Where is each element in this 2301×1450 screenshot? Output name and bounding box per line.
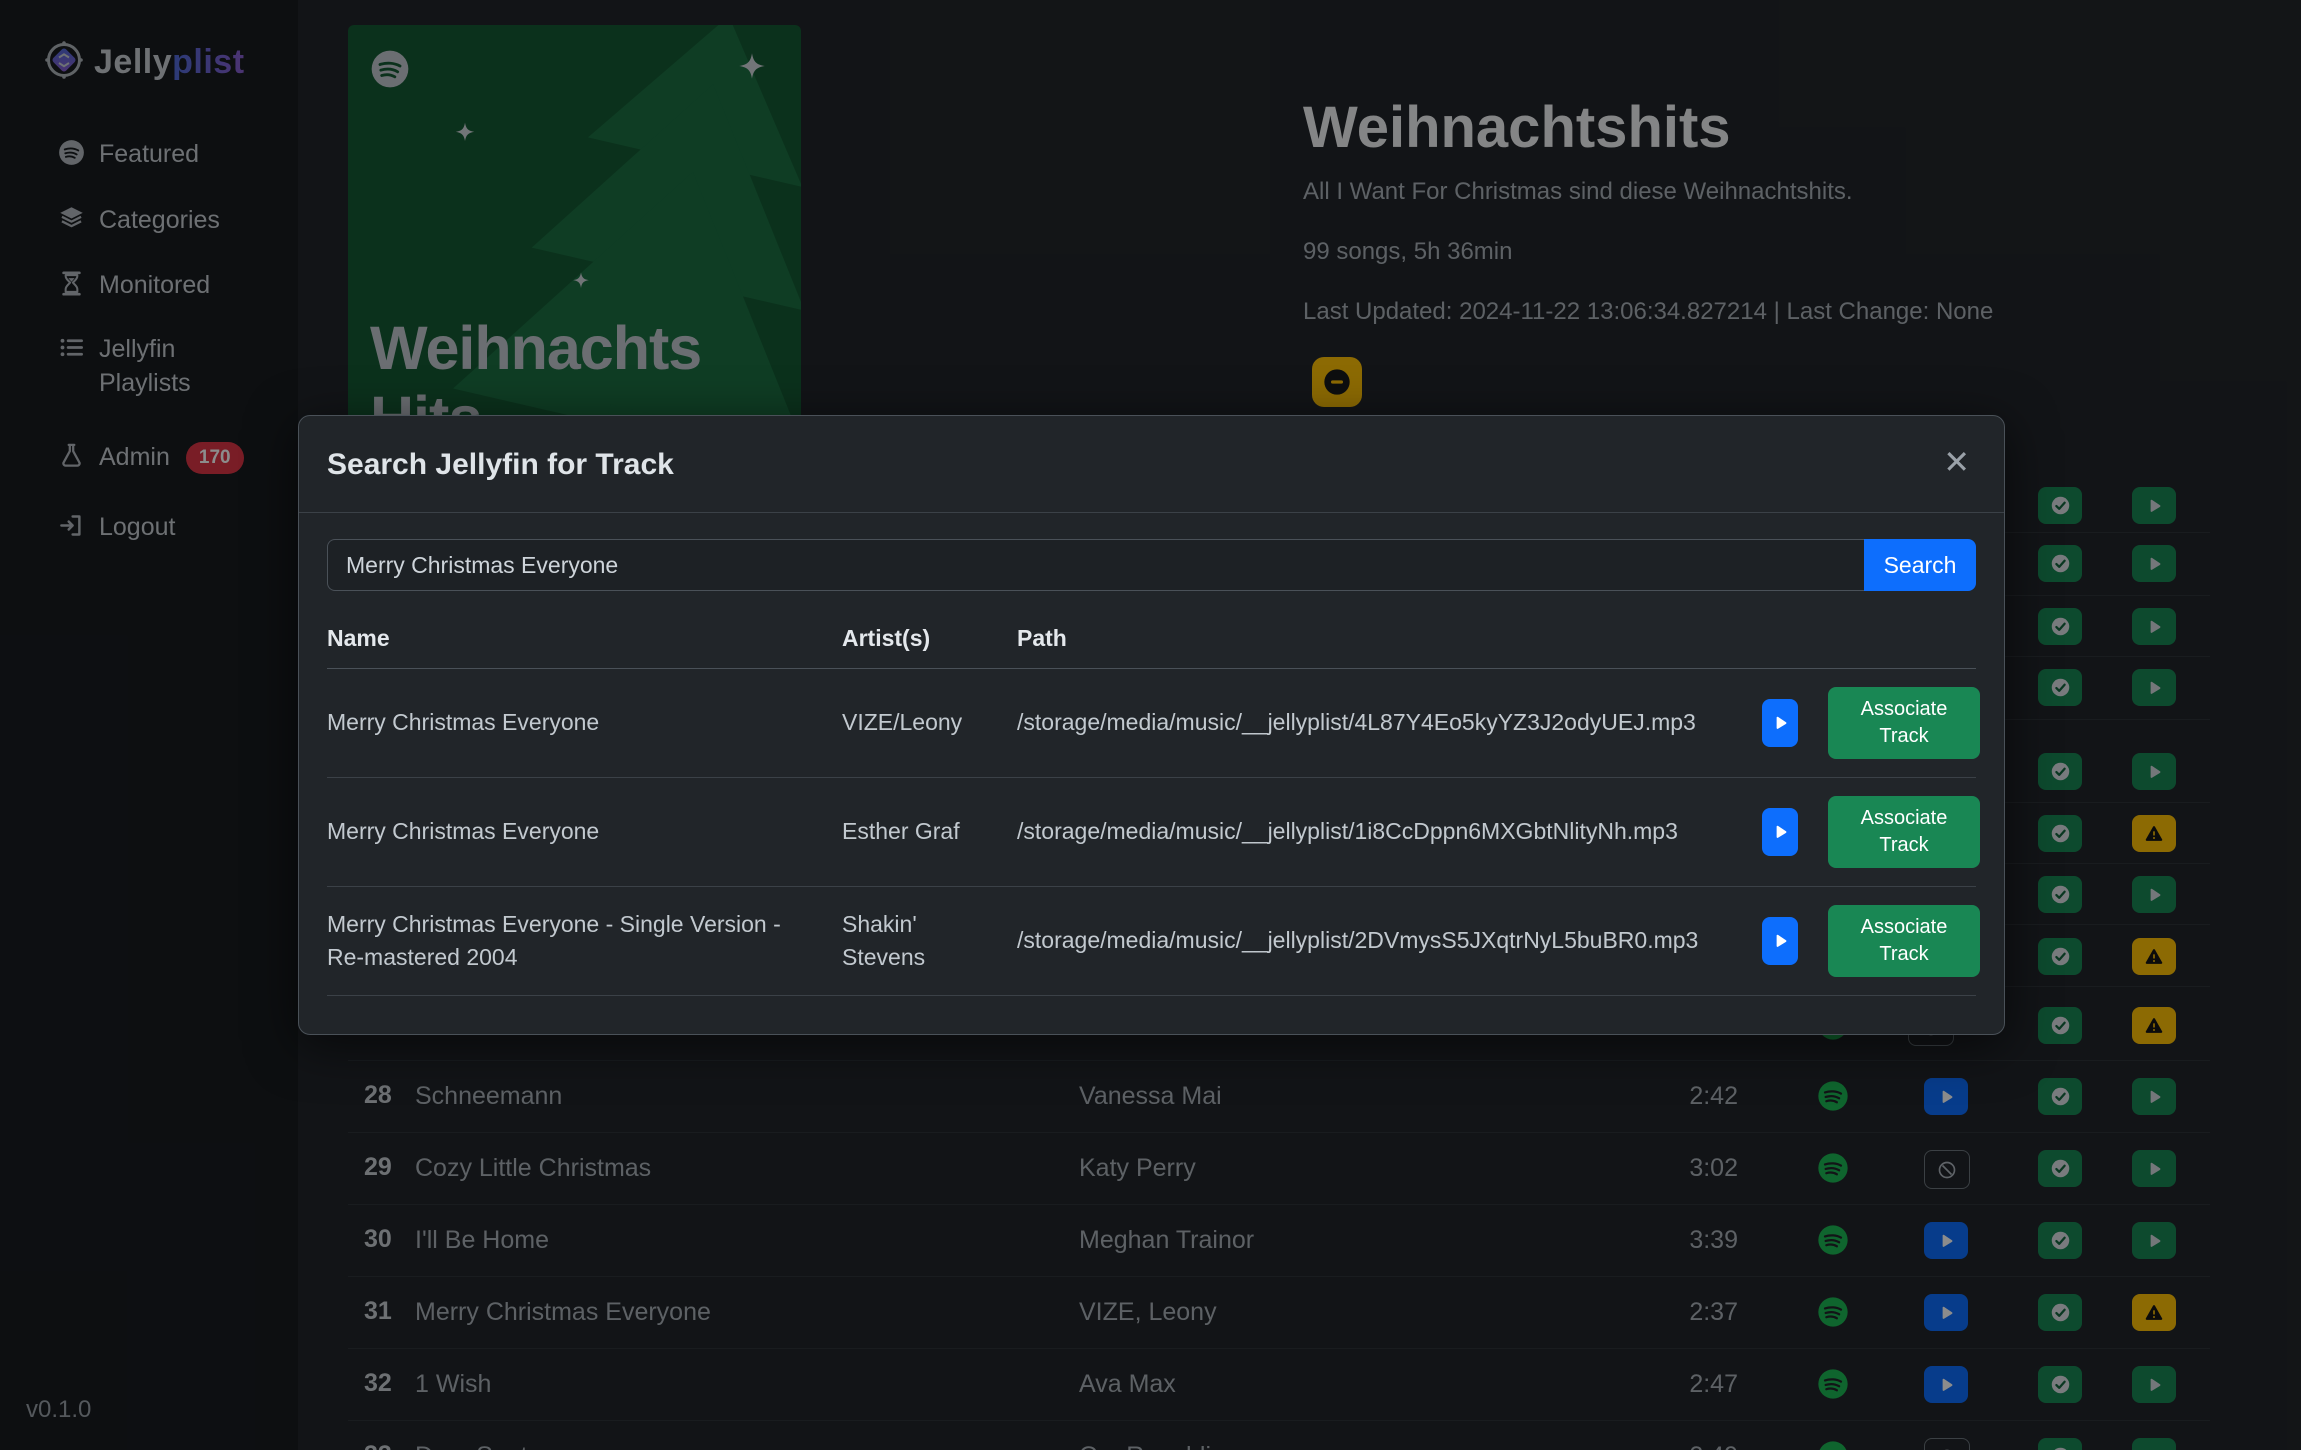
results-column-header: Artist(s): [842, 625, 1017, 652]
result-artists: VIZE/Leony: [842, 706, 1017, 739]
track-search-input[interactable]: [327, 539, 1864, 591]
result-artists: Esther Graf: [842, 815, 1017, 848]
result-play-button[interactable]: [1762, 808, 1798, 856]
results-column-header: Path: [1017, 625, 1762, 652]
search-result-row: Merry Christmas Everyone Esther Graf /st…: [327, 778, 1976, 887]
modal-header: Search Jellyfin for Track ✕: [299, 416, 2004, 513]
result-name: Merry Christmas Everyone: [327, 706, 842, 739]
search-button[interactable]: Search: [1864, 539, 1976, 591]
result-actions: Associate Track: [1762, 687, 1980, 759]
search-result-row: Merry Christmas Everyone - Single Versio…: [327, 887, 1976, 996]
result-play-button[interactable]: [1762, 699, 1798, 747]
modal-body: Search NameArtist(s)Path Merry Christmas…: [299, 513, 2004, 996]
result-name: Merry Christmas Everyone - Single Versio…: [327, 908, 842, 975]
results-header-row: NameArtist(s)Path: [327, 625, 1976, 669]
modal-title: Search Jellyfin for Track: [327, 448, 674, 481]
result-path: /storage/media/music/__jellyplist/4L87Y4…: [1017, 706, 1762, 739]
associate-track-button[interactable]: Associate Track: [1828, 905, 1980, 977]
associate-track-button[interactable]: Associate Track: [1828, 687, 1980, 759]
search-result-row: Merry Christmas Everyone VIZE/Leony /sto…: [327, 669, 1976, 778]
result-actions: Associate Track: [1762, 796, 1980, 868]
search-results-table: NameArtist(s)Path Merry Christmas Everyo…: [327, 625, 1976, 996]
results-column-header: Name: [327, 625, 842, 652]
close-icon[interactable]: ✕: [1943, 446, 1970, 478]
search-group: Search: [327, 539, 1976, 591]
results-rows: Merry Christmas Everyone VIZE/Leony /sto…: [327, 669, 1976, 996]
result-play-button[interactable]: [1762, 917, 1798, 965]
result-path: /storage/media/music/__jellyplist/1i8CcD…: [1017, 815, 1762, 848]
result-name: Merry Christmas Everyone: [327, 815, 842, 848]
associate-track-button[interactable]: Associate Track: [1828, 796, 1980, 868]
result-path: /storage/media/music/__jellyplist/2DVmys…: [1017, 924, 1762, 957]
result-artists: Shakin' Stevens: [842, 908, 1017, 975]
app-window: Jellyplist Featured Categories Monitored…: [0, 0, 2301, 1450]
result-actions: Associate Track: [1762, 905, 1980, 977]
search-jellyfin-modal: Search Jellyfin for Track ✕ Search NameA…: [298, 415, 2005, 1035]
